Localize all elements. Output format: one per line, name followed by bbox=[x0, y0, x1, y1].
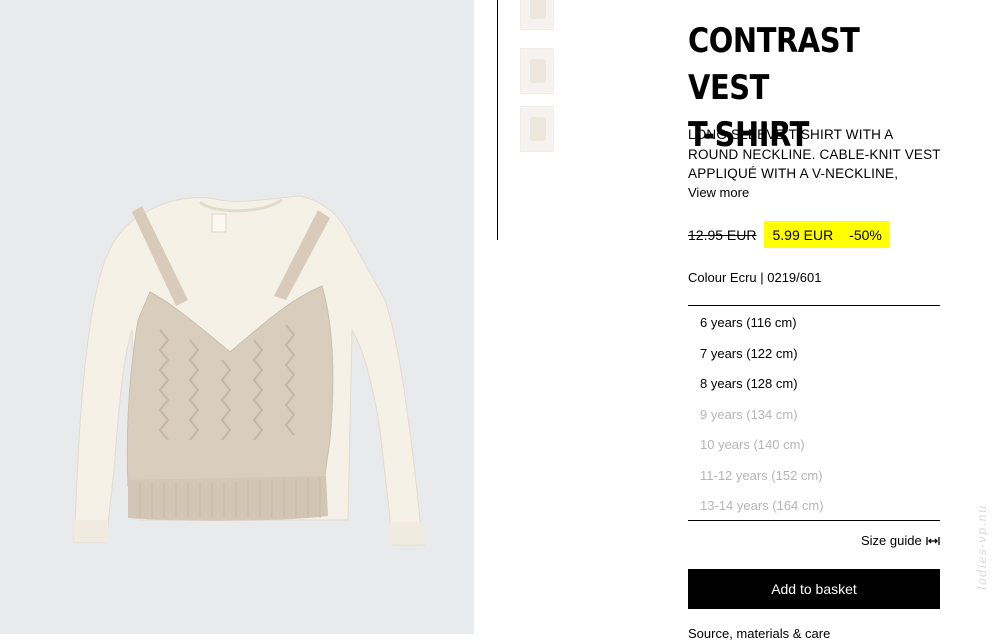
gallery-scroll-indicator bbox=[497, 0, 498, 240]
colour-reference: Colour Ecru | 0219/601 bbox=[688, 270, 822, 285]
view-more-link[interactable]: View more bbox=[688, 185, 749, 200]
product-description: LONG SLEEVE T-SHIRT WITH A ROUND NECKLIN… bbox=[688, 127, 941, 181]
resize-arrows-icon bbox=[926, 536, 940, 545]
thumbnail-2[interactable] bbox=[520, 48, 554, 94]
thumbnail-image bbox=[530, 0, 546, 19]
discount-label: -50% bbox=[849, 226, 882, 243]
add-to-basket-button[interactable]: Add to basket bbox=[688, 569, 940, 609]
size-option-11-12-years[interactable]: 11-12 years (152 cm) bbox=[700, 468, 823, 483]
size-option-9-years[interactable]: 9 years (134 cm) bbox=[700, 407, 798, 422]
size-guide-label: Size guide bbox=[861, 533, 922, 548]
size-option-8-years[interactable]: 8 years (128 cm) bbox=[700, 376, 798, 391]
knit-vest-tshirt-illustration bbox=[73, 195, 425, 546]
product-image[interactable] bbox=[0, 0, 474, 634]
size-selector: 6 years (116 cm) 7 years (122 cm) 8 year… bbox=[688, 305, 940, 521]
size-option-10-years[interactable]: 10 years (140 cm) bbox=[700, 437, 805, 452]
thumbnail-1[interactable] bbox=[520, 0, 554, 30]
new-price: 5.99 EUR bbox=[772, 226, 834, 243]
price-row: 12.95 EUR 5.99 EUR -50% bbox=[688, 221, 889, 248]
watermark: ladies-vp.nu bbox=[975, 504, 989, 590]
size-guide-link[interactable]: Size guide bbox=[861, 533, 940, 548]
thumbnail-image bbox=[530, 117, 546, 141]
old-price: 12.95 EUR bbox=[688, 226, 757, 243]
sale-price-badge: 5.99 EUR -50% bbox=[764, 221, 889, 248]
size-option-7-years[interactable]: 7 years (122 cm) bbox=[700, 346, 798, 361]
thumbnail-3[interactable] bbox=[520, 106, 554, 152]
product-title-line-1: CONTRAST VEST bbox=[688, 21, 860, 108]
size-option-6-years[interactable]: 6 years (116 cm) bbox=[700, 315, 797, 330]
size-option-13-14-years[interactable]: 13-14 years (164 cm) bbox=[700, 498, 824, 513]
thumbnail-image bbox=[530, 59, 546, 83]
